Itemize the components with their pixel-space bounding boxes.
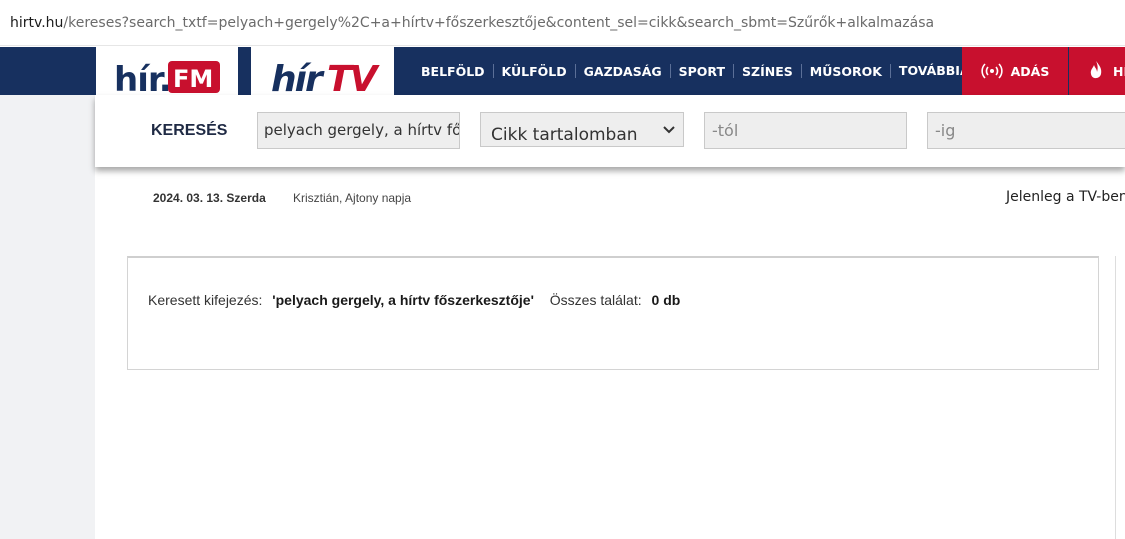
news-label: HÍ bbox=[1113, 63, 1125, 79]
menu-item-sport[interactable]: SPORT bbox=[671, 64, 733, 79]
flame-icon bbox=[1090, 61, 1102, 79]
now-on-tv-label: Jelenleg a TV-ben: bbox=[1006, 189, 1125, 205]
sidebar-divider bbox=[1115, 256, 1116, 539]
total-results-value: 0 db bbox=[651, 292, 681, 308]
live-broadcast-button[interactable]: ADÁS bbox=[962, 47, 1068, 95]
menu-item-musorok[interactable]: MŰSOROK bbox=[802, 64, 890, 79]
url-host: hirtv.hu bbox=[10, 15, 64, 31]
left-gutter bbox=[0, 95, 95, 539]
date-to-input[interactable]: -ig bbox=[927, 112, 1125, 149]
broadcast-icon bbox=[980, 63, 1003, 79]
menu-item-szines[interactable]: SZÍNES bbox=[734, 64, 801, 79]
search-panel: KERESÉS pelyach gergely, a hírtv főszerk… bbox=[95, 95, 1125, 167]
date-row: 2024. 03. 13. Szerda Krisztián, Ajtony n… bbox=[95, 167, 1125, 227]
svg-text:TV: TV bbox=[327, 59, 381, 95]
hirfm-logo-link[interactable]: hír. FM bbox=[96, 47, 238, 95]
hirtv-logo-link[interactable]: hír TV bbox=[251, 47, 394, 95]
chevron-down-icon bbox=[663, 126, 675, 134]
hirtv-logo: hír TV bbox=[271, 59, 383, 95]
menu-item-belfold[interactable]: BELFÖLD bbox=[413, 64, 493, 79]
hirfm-logo: hír. FM bbox=[114, 60, 220, 95]
menu-item-kulfold[interactable]: KÜLFÖLD bbox=[494, 64, 575, 79]
content-scope-select[interactable]: Cikk tartalomban bbox=[480, 112, 684, 147]
total-results-label: Összes találat: bbox=[549, 292, 642, 308]
searched-term-label: Keresett kifejezés: bbox=[148, 292, 263, 308]
main-menu: BELFÖLD KÜLFÖLD GAZDASÁG SPORT SZÍNES MŰ… bbox=[413, 47, 996, 95]
search-label: KERESÉS bbox=[151, 122, 228, 139]
search-summary: Keresett kifejezés: 'pelyach gergely, a … bbox=[148, 292, 680, 308]
svg-text:hír.: hír. bbox=[114, 60, 171, 95]
menu-item-gazdasag[interactable]: GAZDASÁG bbox=[576, 64, 670, 79]
address-bar[interactable]: hirtv.hu/kereses?search_txtf=pelyach+ger… bbox=[0, 0, 1125, 46]
top-navigation: hír. FM hír TV BELFÖLD KÜLFÖLD GAZDASÁG … bbox=[0, 47, 1125, 95]
content-scope-value: Cikk tartalomban bbox=[491, 125, 638, 145]
searched-term-value: 'pelyach gergely, a hírtv főszerkesztője… bbox=[272, 292, 534, 308]
svg-text:hír: hír bbox=[271, 59, 325, 95]
svg-text:FM: FM bbox=[173, 65, 213, 93]
news-button[interactable]: HÍ bbox=[1069, 47, 1125, 95]
current-date: 2024. 03. 13. Szerda bbox=[153, 191, 266, 205]
date-from-input[interactable]: -tól bbox=[704, 112, 907, 149]
live-broadcast-label: ADÁS bbox=[1010, 63, 1050, 79]
search-results-box: Keresett kifejezés: 'pelyach gergely, a … bbox=[127, 256, 1099, 370]
nameday-text: Krisztián, Ajtony napja bbox=[293, 191, 412, 205]
url-path: /kereses?search_txtf=pelyach+gergely%2C+… bbox=[63, 15, 935, 31]
search-input[interactable]: pelyach gergely, a hírtv főszerkesztője bbox=[257, 112, 460, 149]
